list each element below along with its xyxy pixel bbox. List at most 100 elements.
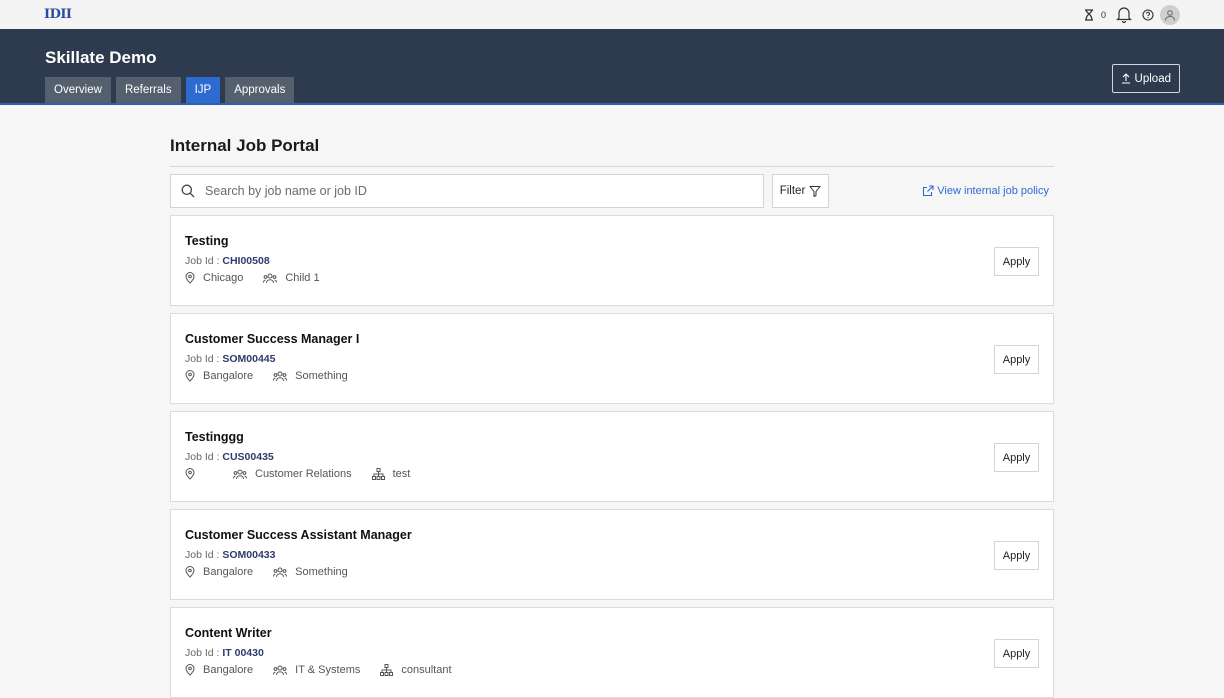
job-card: Testing Job Id : CHI00508 Chicago Child … <box>170 215 1054 306</box>
job-location: Chicago <box>185 272 243 284</box>
org-chart-icon <box>380 664 394 676</box>
job-title[interactable]: Testinggg <box>185 430 1039 444</box>
department-text: Child 1 <box>285 272 320 284</box>
company-logo[interactable]: IDII <box>44 7 72 22</box>
bell-icon[interactable] <box>1116 6 1132 23</box>
search-row: Filter View internal job policy <box>170 174 1054 208</box>
tab-ijp[interactable]: IJP <box>185 77 221 103</box>
location-pin-icon <box>185 272 195 284</box>
search-box <box>170 174 764 208</box>
job-location: Bangalore <box>185 566 253 578</box>
group-icon <box>273 665 288 675</box>
page-title: Internal Job Portal <box>170 136 1054 167</box>
main-tabs: Overview Referrals IJP Approvals <box>45 77 295 103</box>
topbar-actions: 0 <box>1084 4 1180 25</box>
job-card: Content Writer Job Id : IT 00430 Bangalo… <box>170 607 1054 698</box>
group-icon <box>233 469 247 479</box>
job-meta: Bangalore IT & Systems consultant <box>185 664 1039 676</box>
job-department: Something <box>273 370 348 382</box>
job-id: Job Id : SOM00445 <box>185 353 1039 365</box>
user-avatar[interactable] <box>1160 4 1180 25</box>
apply-button[interactable]: Apply <box>994 443 1039 472</box>
group-icon <box>273 371 288 381</box>
tab-approvals[interactable]: Approvals <box>225 77 295 103</box>
department-text: IT & Systems <box>295 664 361 676</box>
filter-icon <box>809 186 822 197</box>
location-pin-icon <box>185 468 195 480</box>
job-id: Job Id : SOM00433 <box>185 549 1039 561</box>
job-id: Job Id : CHI00508 <box>185 255 1039 267</box>
job-title[interactable]: Customer Success Manager I <box>185 332 1039 346</box>
policy-link-label: View internal job policy <box>937 185 1049 197</box>
apply-button[interactable]: Apply <box>994 541 1039 570</box>
department-text: Something <box>295 566 348 578</box>
job-meta: Bangalore Something <box>185 370 1039 382</box>
search-input[interactable] <box>205 184 753 198</box>
role-text: test <box>392 468 411 480</box>
job-location <box>185 468 203 480</box>
location-pin-icon <box>185 370 195 382</box>
location-pin-icon <box>185 664 195 676</box>
search-icon <box>181 184 195 198</box>
upload-button[interactable]: Upload <box>1111 64 1180 93</box>
location-text: Bangalore <box>203 664 254 676</box>
job-location: Bangalore <box>185 370 253 382</box>
location-text: Bangalore <box>203 566 254 578</box>
tab-overview[interactable]: Overview <box>45 77 111 103</box>
filter-label: Filter <box>779 185 806 197</box>
group-icon <box>273 567 288 577</box>
help-icon[interactable] <box>1142 8 1154 21</box>
job-id-value: CUS00435 <box>222 451 274 463</box>
location-text: Bangalore <box>203 370 254 382</box>
job-role: test <box>371 468 411 480</box>
job-id-prefix: Job Id : <box>185 451 220 463</box>
location-text: Chicago <box>203 272 244 284</box>
job-department: IT & Systems <box>273 664 360 676</box>
job-id-value: CHI00508 <box>222 255 270 267</box>
hourglass-icon[interactable] <box>1084 8 1094 21</box>
internal-job-policy-link[interactable]: View internal job policy <box>922 185 1049 197</box>
job-department: Customer Relations <box>233 468 352 480</box>
location-pin-icon <box>185 566 195 578</box>
job-id-value: SOM00445 <box>222 353 276 365</box>
upload-icon <box>1121 73 1130 84</box>
pending-count: 0 <box>1100 9 1106 20</box>
apply-button[interactable]: Apply <box>994 247 1039 276</box>
job-location: Bangalore <box>185 664 253 676</box>
job-id-prefix: Job Id : <box>185 647 220 659</box>
job-id-prefix: Job Id : <box>185 549 220 561</box>
organization-title: Skillate Demo <box>45 48 157 67</box>
external-link-icon <box>923 185 934 197</box>
job-card: Customer Success Manager I Job Id : SOM0… <box>170 313 1054 404</box>
tab-referrals[interactable]: Referrals <box>115 77 181 103</box>
filter-button[interactable]: Filter <box>772 174 829 208</box>
job-id: Job Id : IT 00430 <box>185 647 1039 659</box>
job-id-value: IT 00430 <box>222 647 264 659</box>
job-id-prefix: Job Id : <box>185 255 220 267</box>
job-department: Child 1 <box>263 272 320 284</box>
job-id-prefix: Job Id : <box>185 353 220 365</box>
department-text: Customer Relations <box>255 468 352 480</box>
job-list: Testing Job Id : CHI00508 Chicago Child … <box>170 215 1054 698</box>
job-title[interactable]: Content Writer <box>185 626 1039 640</box>
apply-button[interactable]: Apply <box>994 639 1039 668</box>
department-text: Something <box>295 370 348 382</box>
group-icon <box>263 273 278 283</box>
job-id-value: SOM00433 <box>222 549 276 561</box>
upload-label: Upload <box>1134 72 1171 85</box>
job-portal: Internal Job Portal Filter View internal… <box>170 136 1054 698</box>
job-meta: Chicago Child 1 <box>185 272 1039 284</box>
org-chart-icon <box>371 468 385 480</box>
top-bar: IDII 0 <box>0 0 1224 29</box>
job-id: Job Id : CUS00435 <box>185 451 1039 463</box>
apply-button[interactable]: Apply <box>994 345 1039 374</box>
job-title[interactable]: Customer Success Assistant Manager <box>185 528 1039 542</box>
job-meta: Customer Relations test <box>185 468 1039 480</box>
job-title[interactable]: Testing <box>185 234 1039 248</box>
job-role: consultant <box>380 664 452 676</box>
job-meta: Bangalore Something <box>185 566 1039 578</box>
job-card: Customer Success Assistant Manager Job I… <box>170 509 1054 600</box>
app-header: Skillate Demo Overview Referrals IJP App… <box>0 29 1224 105</box>
job-department: Something <box>273 566 348 578</box>
role-text: consultant <box>401 664 452 676</box>
